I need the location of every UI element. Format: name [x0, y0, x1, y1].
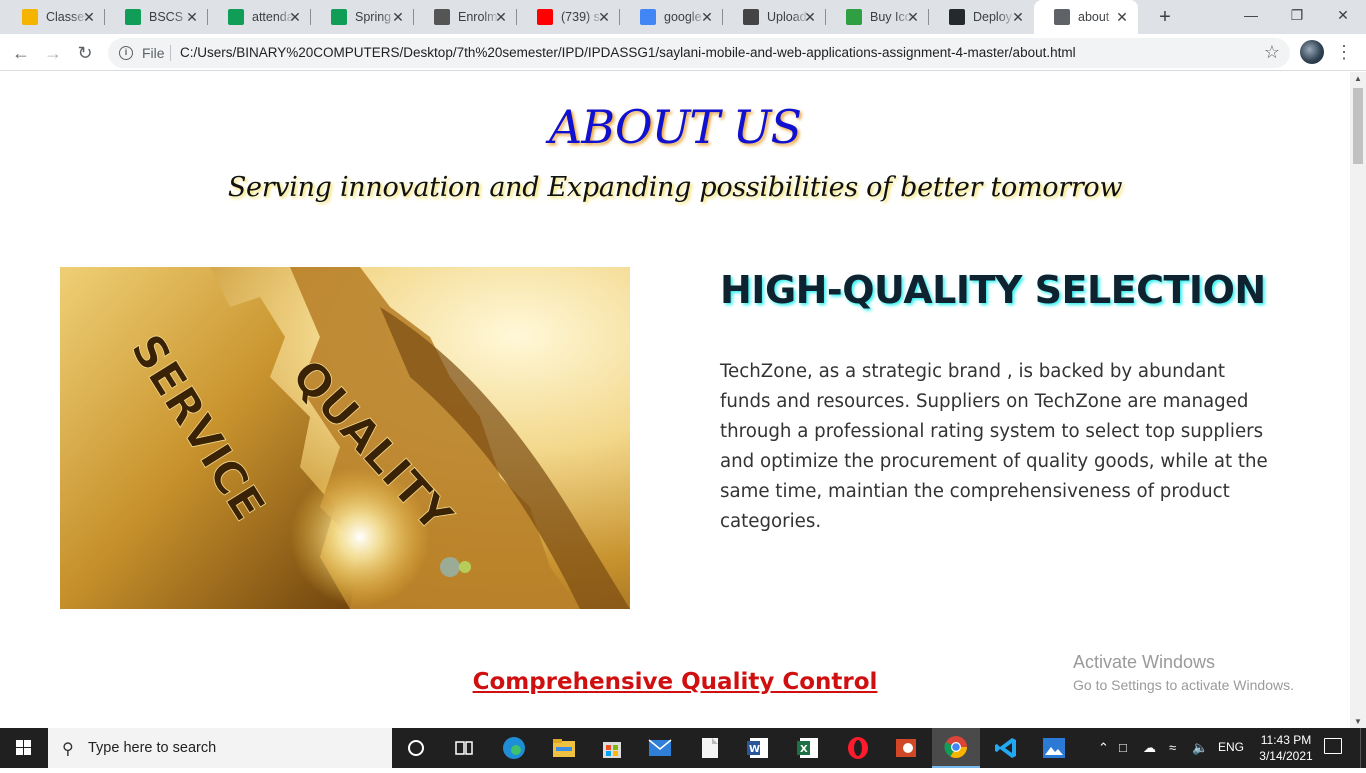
tab-close-icon[interactable]: ✕	[802, 9, 818, 25]
google-icon	[640, 9, 656, 25]
profile-avatar[interactable]	[1300, 40, 1324, 64]
opera-icon[interactable]	[834, 728, 882, 768]
wifi-icon[interactable]: ≈	[1169, 740, 1176, 755]
tab-upload[interactable]: Upload ✕	[723, 0, 826, 34]
globe-icon	[1054, 9, 1070, 25]
section-text: TechZone, as a strategic brand , is back…	[720, 361, 1268, 532]
sheets-icon	[331, 9, 347, 25]
info-icon[interactable]: i	[119, 46, 133, 60]
tab-close-icon[interactable]: ✕	[699, 9, 715, 25]
page-subtitle: Serving innovation and Expanding possibi…	[227, 172, 1123, 203]
windows-taskbar: ⚲ Type here to search W X ⌃ □ ☁ ≈ 🔈 ENG …	[0, 728, 1366, 768]
github-icon	[949, 9, 965, 25]
activate-windows-watermark: Activate Windows Go to Settings to activ…	[1073, 652, 1294, 693]
web-page: ABOUT US Serving innovation and Expandin…	[0, 72, 1350, 728]
mail-icon[interactable]	[636, 728, 684, 768]
tab-close-icon[interactable]: ✕	[287, 9, 303, 25]
enrolment-icon	[434, 9, 450, 25]
tab-close-icon[interactable]: ✕	[493, 9, 509, 25]
language-indicator[interactable]: ENG	[1218, 740, 1244, 754]
address-bar[interactable]: i File C:/Users/BINARY%20COMPUTERS/Deskt…	[108, 38, 1290, 68]
iconfinder-icon	[846, 9, 862, 25]
tab-close-icon[interactable]: ✕	[390, 9, 406, 25]
clock-time: 11:43 PM	[1260, 733, 1312, 747]
start-button[interactable]	[0, 728, 48, 768]
google-classroom-icon	[22, 9, 38, 25]
sheets-icon	[125, 9, 141, 25]
tab-attenda[interactable]: attenda ✕	[208, 0, 311, 34]
tab-spring[interactable]: Spring ✕	[311, 0, 414, 34]
photos-icon[interactable]	[1030, 728, 1078, 768]
graduation-cap-icon	[743, 9, 759, 25]
sheets-icon	[228, 9, 244, 25]
taskbar-search-box[interactable]: ⚲ Type here to search	[48, 728, 392, 768]
close-window-button[interactable]: ✕	[1320, 0, 1366, 30]
tab-buy-ico[interactable]: Buy Ico ✕	[826, 0, 929, 34]
scrollbar-thumb[interactable]	[1353, 88, 1363, 164]
tab-enrolm[interactable]: Enrolm ✕	[414, 0, 517, 34]
edge-icon[interactable]	[490, 728, 538, 768]
quality-gears-image: SERVICE QUALITY	[60, 267, 630, 609]
powerpoint-icon[interactable]	[882, 728, 930, 768]
tab-739-s[interactable]: (739) s ✕	[517, 0, 620, 34]
volume-icon[interactable]: 🔈	[1192, 740, 1208, 756]
word-icon[interactable]: W	[734, 728, 782, 768]
vertical-scrollbar[interactable]: ▲ ▼	[1350, 72, 1366, 728]
scroll-down-arrow-icon[interactable]: ▼	[1354, 717, 1362, 726]
task-view-icon[interactable]	[440, 728, 488, 768]
tab-close-icon[interactable]: ✕	[1010, 9, 1026, 25]
browser-toolbar: ← → ↻ i File C:/Users/BINARY%20COMPUTERS…	[0, 34, 1366, 71]
tab-bscs[interactable]: BSCS - ✕	[105, 0, 208, 34]
windows-logo-icon	[16, 740, 31, 755]
excel-icon[interactable]: X	[784, 728, 832, 768]
scroll-up-arrow-icon[interactable]: ▲	[1354, 74, 1362, 83]
battery-icon[interactable]: □	[1119, 740, 1127, 755]
show-desktop-button[interactable]	[1360, 728, 1366, 768]
youtube-icon	[537, 9, 553, 25]
page-title: ABOUT US	[549, 100, 802, 154]
forward-button[interactable]: →	[40, 40, 66, 66]
minimize-button[interactable]: —	[1228, 0, 1274, 30]
watermark-line-1: Activate Windows	[1073, 652, 1216, 672]
notepad-icon[interactable]	[686, 728, 734, 768]
tab-about[interactable]: about ✕	[1034, 0, 1138, 34]
tab-close-icon[interactable]: ✕	[905, 9, 921, 25]
tab-google[interactable]: google ✕	[620, 0, 723, 34]
tray-chevron-icon[interactable]: ⌃	[1098, 740, 1109, 756]
chrome-icon[interactable]	[932, 728, 980, 768]
notification-center-icon[interactable]	[1324, 738, 1342, 754]
vscode-icon[interactable]	[982, 728, 1030, 768]
tab-close-icon[interactable]: ✕	[81, 9, 97, 25]
store-icon[interactable]	[588, 728, 636, 768]
svg-text:X: X	[800, 744, 808, 755]
onedrive-icon[interactable]: ☁	[1143, 740, 1156, 756]
search-placeholder: Type here to search	[88, 740, 217, 756]
search-icon: ⚲	[62, 741, 74, 758]
svg-text:W: W	[749, 744, 760, 755]
tab-close-icon[interactable]: ✕	[596, 9, 612, 25]
tab-close-icon[interactable]: ✕	[184, 9, 200, 25]
restore-button[interactable]: ❐	[1274, 0, 1320, 30]
reload-button[interactable]: ↻	[72, 40, 98, 66]
tab-strip: Classes ✕ BSCS - ✕ attenda ✕ Spring ✕ Enrolm ✕ (73…	[0, 0, 1366, 34]
tab-classes[interactable]: Classes ✕	[2, 0, 105, 34]
back-button[interactable]: ←	[8, 40, 34, 66]
tab-deploy[interactable]: Deploy ✕	[929, 0, 1034, 34]
cortana-icon[interactable]	[392, 728, 440, 768]
section-heading: HIGH-QUALITY SELECTION	[720, 268, 1266, 312]
watermark-line-2: Go to Settings to activate Windows.	[1073, 677, 1294, 693]
url-text[interactable]: C:/Users/BINARY%20COMPUTERS/Desktop/7th%…	[180, 45, 1076, 60]
tab-label: Deploy	[973, 10, 1012, 24]
menu-dots-icon[interactable]: ⋮	[1334, 38, 1354, 66]
new-tab-button[interactable]: +	[1153, 5, 1177, 29]
file-label: File	[142, 45, 165, 61]
bookmark-star-icon[interactable]: ☆	[1264, 42, 1280, 63]
omnibox-separator	[170, 45, 171, 61]
tab-close-icon[interactable]: ✕	[1114, 9, 1130, 25]
clock[interactable]: 11:43 PM 3/14/2021	[1256, 732, 1316, 764]
clock-date: 3/14/2021	[1259, 749, 1313, 763]
file-explorer-icon[interactable]	[540, 728, 588, 768]
